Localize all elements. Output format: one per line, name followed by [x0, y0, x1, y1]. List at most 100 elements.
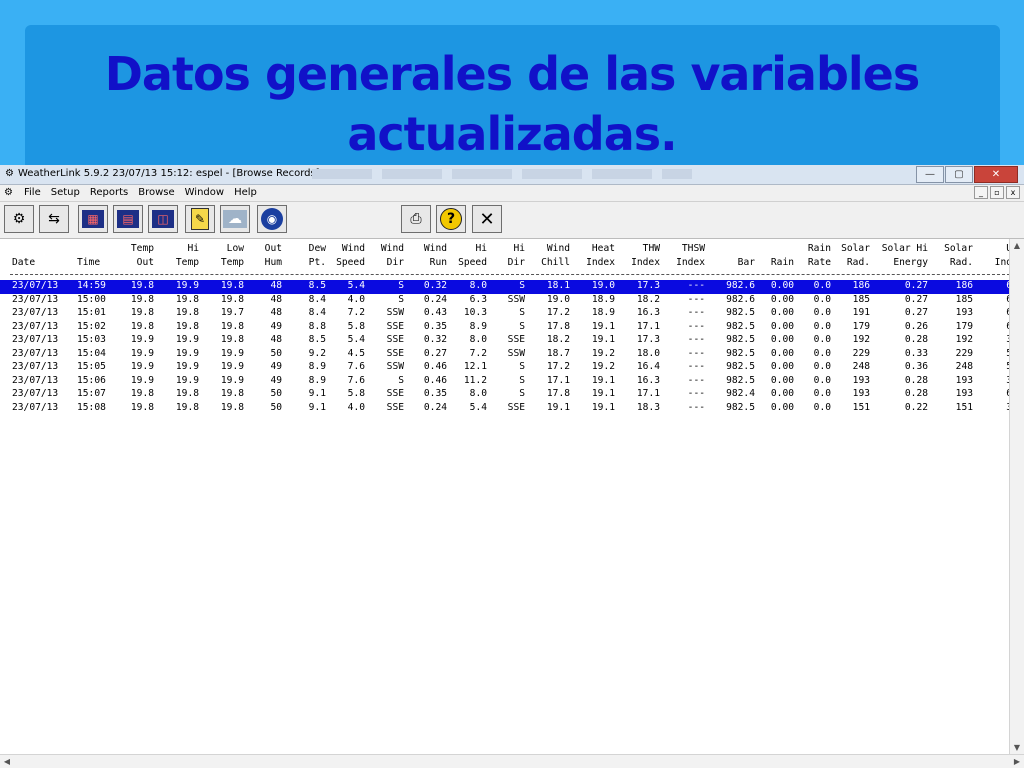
- table-row[interactable]: 23/07/13 15:01 19.8 19.8 19.7 48 8.4 7.2 SSW 0.43…: [0, 307, 1010, 321]
- table-cell: SSE: [507, 401, 525, 413]
- table-cell: 19.8: [130, 307, 154, 318]
- table-row[interactable]: 23/07/13 15:03 19.9 19.9 19.8 48 8.5 5.4 SSE 0.32…: [0, 334, 1010, 348]
- header-cell: Wind: [380, 243, 404, 254]
- header-cell: Rain: [807, 243, 831, 254]
- scroll-left-icon[interactable]: ◀: [0, 755, 14, 768]
- table-row[interactable]: 23/07/13 15:00 19.8 19.8 19.8 48 8.4 4.0 S 0.24 6.…: [0, 294, 1010, 308]
- close-button[interactable]: ✕: [974, 166, 1018, 183]
- table-cell: 23/07/13: [12, 388, 59, 399]
- bulletin-button[interactable]: ▦: [78, 205, 108, 233]
- table-cell: 0.00: [770, 280, 794, 291]
- mdi-restore-button[interactable]: ▫: [990, 186, 1004, 199]
- menu-item-setup[interactable]: Setup: [51, 187, 80, 198]
- table-cell: 18.0: [636, 347, 660, 359]
- table-row[interactable]: 23/07/13 15:04 19.9 19.9 19.9 50 9.2 4.5 SSE 0.27…: [0, 348, 1010, 362]
- table-cell: SSE: [386, 320, 404, 332]
- station-icon: ⚙: [12, 211, 26, 227]
- table-cell: 0.00: [770, 388, 794, 399]
- table-cell: 8.8: [308, 320, 326, 332]
- table-cell: 19.7: [220, 307, 244, 318]
- table-cell: ---: [687, 374, 705, 386]
- menu-item-help[interactable]: Help: [234, 187, 257, 198]
- minimize-button[interactable]: —: [916, 166, 944, 183]
- table-cell: S: [398, 293, 404, 305]
- menu-item-window[interactable]: Window: [185, 187, 224, 198]
- menu-item-browse[interactable]: Browse: [138, 187, 174, 198]
- table-row[interactable]: 23/07/13 15:08 19.8 19.8 19.8 50 9.1 4.0 SSE 0.24…: [0, 402, 1010, 416]
- table-cell: 248: [852, 361, 870, 372]
- header-cell: Rain: [770, 256, 794, 268]
- table-cell: 0.28: [904, 334, 928, 345]
- table-cell: 23/07/13: [12, 320, 59, 332]
- table-cell: 193: [955, 388, 973, 399]
- maximize-button[interactable]: ▢: [945, 166, 973, 183]
- scroll-right-icon[interactable]: ▶: [1010, 755, 1024, 768]
- noaa-button[interactable]: ◉: [257, 205, 287, 233]
- table-cell: 982.5: [726, 307, 755, 318]
- close-button[interactable]: ✕: [472, 205, 502, 233]
- window-title: WeatherLink 5.9.2 23/07/13 15:12: espel …: [18, 168, 320, 179]
- table-cell: 0.0: [813, 334, 831, 345]
- header-cell: Hi: [187, 243, 199, 254]
- scroll-up-icon[interactable]: ▲: [1010, 239, 1024, 253]
- table-cell: 982.5: [726, 401, 755, 413]
- table-cell: 0.00: [770, 293, 794, 305]
- table-cell: 8.9: [308, 361, 326, 372]
- table-cell: 17.1: [636, 388, 660, 399]
- notes-button[interactable]: ✎: [185, 205, 215, 233]
- table-cell: 0.36: [904, 361, 928, 372]
- table-cell: SSE: [386, 388, 404, 399]
- table-row[interactable]: 23/07/13 14:59 19.8 19.9 19.8 48 8.5 5.4 S 0.32 8.…: [0, 280, 1010, 294]
- table-cell: 19.9: [130, 361, 154, 372]
- table-cell: 19.1: [546, 401, 570, 413]
- window-titlebar[interactable]: ⚙ WeatherLink 5.9.2 23/07/13 15:12: espe…: [0, 165, 1024, 185]
- table-cell: 15:06: [77, 374, 106, 386]
- table-cell: 0.00: [770, 320, 794, 332]
- weather-button[interactable]: ☁: [220, 205, 250, 233]
- table-cell: 0.46: [423, 361, 447, 372]
- table-cell: 49: [270, 361, 282, 372]
- table-cell: 0.26: [904, 320, 928, 332]
- graph-button[interactable]: ◫: [148, 205, 178, 233]
- mdi-controls: _ ▫ x: [972, 186, 1020, 199]
- table-cell: 23/07/13: [12, 347, 59, 359]
- header-cell: Solar: [841, 243, 870, 254]
- table-row[interactable]: 23/07/13 15:05 19.9 19.9 19.9 49 8.9 7.6 SSW 0.46…: [0, 361, 1010, 375]
- connect-button[interactable]: ⇆: [39, 205, 69, 233]
- table-cell: 19.8: [130, 320, 154, 332]
- header-cell: THW: [642, 243, 660, 254]
- table-cell: 9.1: [308, 388, 326, 399]
- document-icon[interactable]: ⚙: [4, 187, 13, 198]
- table-cell: 982.5: [726, 320, 755, 332]
- table-cell: 8.9: [469, 320, 487, 332]
- header-cell: Ind: [994, 256, 1010, 268]
- table-cell: 982.6: [726, 293, 755, 305]
- station-button[interactable]: ⚙: [4, 205, 34, 233]
- table-cell: 17.1: [636, 320, 660, 332]
- table-cell: 0.00: [770, 347, 794, 359]
- table-row[interactable]: 23/07/13 15:02 19.8 19.8 19.8 49 8.8 5.8 SSE 0.35…: [0, 321, 1010, 335]
- mdi-close-button[interactable]: x: [1006, 186, 1020, 199]
- mdi-minimize-button[interactable]: _: [974, 186, 988, 199]
- slide-title: Datos generales de las variables actuali…: [0, 44, 1024, 164]
- table-cell: 4.0: [347, 293, 365, 305]
- table-cell: 18.9: [591, 307, 615, 318]
- help-button[interactable]: ?: [436, 205, 466, 233]
- noaa-icon: ◉: [261, 208, 283, 230]
- table-cell: ---: [687, 388, 705, 399]
- print-button[interactable]: ⎙: [401, 205, 431, 233]
- table-row[interactable]: 23/07/13 15:06 19.9 19.9 19.9 49 8.9 7.6 S 0.46 11…: [0, 375, 1010, 389]
- table-cell: 229: [955, 347, 973, 359]
- horizontal-scrollbar[interactable]: ◀ ▶: [0, 754, 1024, 768]
- summary-button[interactable]: ▤: [113, 205, 143, 233]
- table-cell: 0.22: [904, 401, 928, 413]
- vertical-scrollbar[interactable]: ▲ ▼: [1009, 239, 1024, 755]
- table-cell: S: [398, 280, 404, 291]
- menu-item-reports[interactable]: Reports: [90, 187, 128, 198]
- menu-item-file[interactable]: File: [24, 187, 41, 198]
- table-cell: 192: [955, 334, 973, 345]
- table-cell: 19.9: [175, 347, 199, 359]
- table-row[interactable]: 23/07/13 15:07 19.8 19.8 19.8 50 9.1 5.8 SSE 0.35…: [0, 388, 1010, 402]
- scroll-down-icon[interactable]: ▼: [1010, 741, 1024, 755]
- header-cell: Temp: [130, 243, 154, 254]
